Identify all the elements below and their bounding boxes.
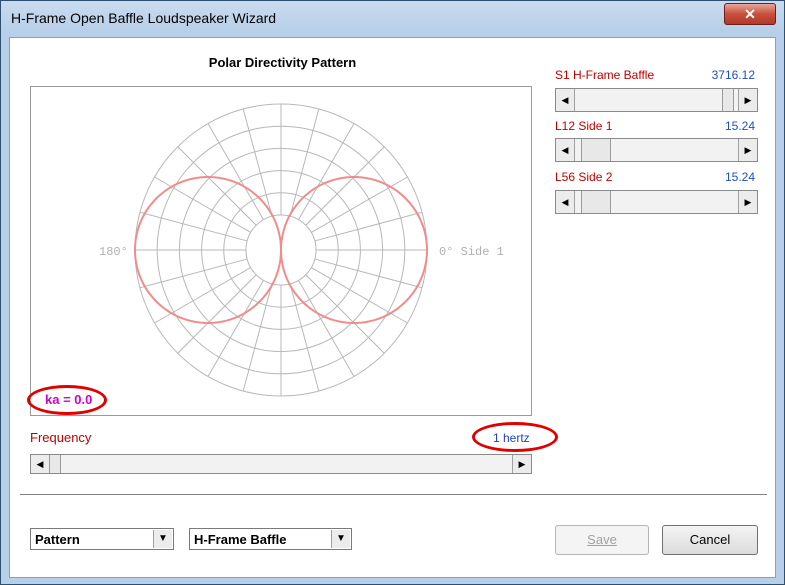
cancel-button[interactable]: Cancel [662,525,758,555]
param-value-l56: 15.24 [724,170,755,184]
chevron-down-icon[interactable]: ▼ [331,530,350,548]
source-select-value: H-Frame Baffle [194,532,287,547]
scroll-left-icon[interactable]: ◀ [556,89,575,111]
grid-spoke [242,283,273,392]
grid-spoke [314,258,423,289]
s1-scrollbar[interactable]: ◀ ▶ [555,88,758,112]
angle-label-0-side1: 0° Side 1 [439,245,504,259]
angle-label-180: 180° [99,245,128,259]
divider [20,494,767,496]
scroll-thumb[interactable] [580,139,611,161]
scroll-left-icon[interactable]: ◀ [556,191,575,213]
scroll-right-icon[interactable]: ▶ [738,191,757,213]
scroll-left-icon[interactable]: ◀ [556,139,575,161]
close-icon: ✕ [744,6,756,22]
param-value-s1: 3716.12 [711,68,755,82]
scroll-left-icon[interactable]: ◀ [31,455,50,473]
chevron-down-icon[interactable]: ▼ [153,530,172,548]
chart-title: Polar Directivity Pattern [208,55,357,70]
scroll-right-icon[interactable]: ▶ [512,455,531,473]
ka-highlight-oval [27,385,107,415]
title-bar: H-Frame Open Baffle Loudspeaker Wizard ✕ [1,1,784,37]
grid-spoke [139,258,248,289]
param-value-l12: 15.24 [724,119,755,133]
frequency-label: Frequency [30,430,92,445]
l12-scrollbar[interactable]: ◀ ▶ [555,138,758,162]
window-title: H-Frame Open Baffle Loudspeaker Wizard [11,10,277,26]
grid-spoke [242,108,273,217]
polar-plot: 180° 0° Side 1 ka = 0.0 [27,86,532,416]
scroll-right-icon[interactable]: ▶ [738,139,757,161]
dialog-client-area: Polar Directivity Pattern 180° 0° Side 1… [9,37,776,578]
scroll-thumb[interactable] [722,89,735,111]
scroll-right-icon[interactable]: ▶ [738,89,757,111]
grid-spoke [289,283,320,392]
save-button[interactable]: Save [555,525,649,555]
scroll-thumb[interactable] [580,191,611,213]
grid-spoke [314,211,423,242]
view-select-value: Pattern [35,532,80,547]
frequency-highlight-oval [472,422,558,452]
source-select[interactable]: H-Frame Baffle ▼ [189,528,352,550]
param-label-l12: L12 Side 1 [555,119,613,133]
polar-chart-svg: 180° 0° Side 1 [99,103,504,397]
view-select[interactable]: Pattern ▼ [30,528,174,550]
grid-spoke [139,211,248,242]
frequency-scrollbar[interactable]: ◀ ▶ [30,454,532,474]
scroll-thumb[interactable] [49,455,61,473]
grid-spoke [289,108,320,217]
close-button[interactable]: ✕ [724,3,776,25]
param-label-l56: L56 Side 2 [555,170,613,184]
l56-scrollbar[interactable]: ◀ ▶ [555,190,758,214]
param-label-s1: S1 H-Frame Baffle [555,68,655,82]
wizard-window: H-Frame Open Baffle Loudspeaker Wizard ✕… [0,0,785,585]
